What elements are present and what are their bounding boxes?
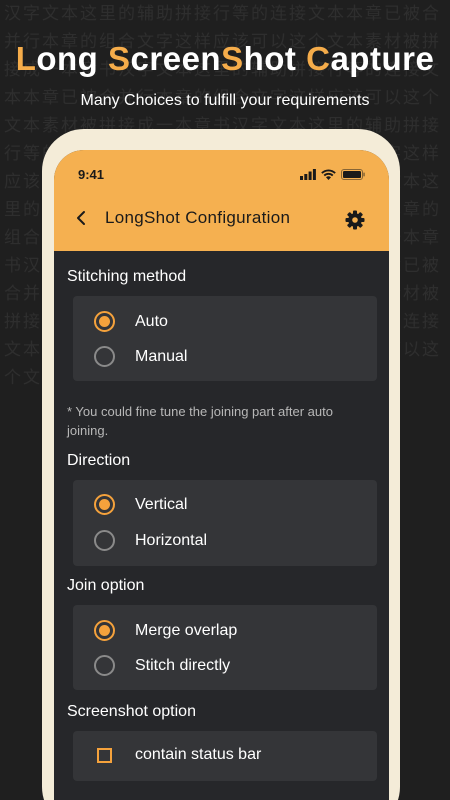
- join-option-card: Merge overlap Stitch directly: [73, 605, 377, 690]
- radio-unchecked-icon[interactable]: [94, 530, 115, 551]
- radio-label: Manual: [135, 347, 188, 365]
- hero-title-part: L: [15, 40, 37, 77]
- hero-title-part: S: [108, 40, 131, 77]
- radio-option-horizontal[interactable]: Horizontal: [94, 530, 207, 551]
- radio-label: Horizontal: [135, 531, 208, 549]
- status-icons: [300, 169, 365, 180]
- stitching-method-title: Stitching method: [67, 268, 187, 285]
- radio-label: Auto: [135, 312, 168, 330]
- direction-card: Vertical Horizontal: [73, 480, 377, 566]
- radio-checked-icon[interactable]: [94, 620, 115, 641]
- hero-title-part: apture: [330, 40, 435, 77]
- battery-icon: [341, 169, 365, 180]
- radio-label: Vertical: [135, 495, 188, 513]
- checkbox-option-status-bar[interactable]: contain status bar: [73, 746, 261, 764]
- hero-title-part: ong: [36, 40, 109, 77]
- hero-title-part: hot: [243, 40, 307, 77]
- checkbox-label: contain status bar: [135, 746, 262, 763]
- hero-title: Long ScreenShot Capture: [0, 40, 450, 78]
- radio-unchecked-icon[interactable]: [94, 655, 115, 676]
- radio-label: Stitch directly: [135, 656, 231, 674]
- checkbox-unchecked-icon[interactable]: [97, 747, 112, 763]
- wifi-icon: [321, 169, 336, 180]
- signal-icon: [300, 169, 316, 180]
- phone-screen: 9:41 LongShot Configuration Stitching me…: [54, 150, 389, 800]
- hero-title-part: creen: [130, 40, 222, 77]
- radio-option-stitch-directly[interactable]: Stitch directly: [94, 655, 230, 676]
- stitching-method-card: Auto Manual: [73, 296, 377, 381]
- radio-unchecked-icon[interactable]: [94, 346, 115, 367]
- status-time: 9:41: [78, 167, 105, 182]
- radio-label: Merge overlap: [135, 621, 238, 639]
- page-title: LongShot Configuration: [105, 208, 291, 227]
- radio-checked-icon[interactable]: [94, 311, 115, 332]
- gear-icon[interactable]: [345, 210, 365, 230]
- hero-title-part: C: [306, 40, 331, 77]
- stitching-note: * You could fine tune the joining part a…: [67, 404, 333, 438]
- radio-option-auto[interactable]: Auto: [94, 311, 168, 332]
- hero-subtitle: Many Choices to fulfill your requirement…: [80, 92, 370, 109]
- hero-title-part: S: [221, 40, 244, 77]
- radio-option-merge-overlap[interactable]: Merge overlap: [94, 620, 237, 641]
- radio-option-vertical[interactable]: Vertical: [94, 494, 187, 515]
- back-arrow-icon[interactable]: [74, 207, 90, 229]
- screenshot-option-card: contain status bar: [73, 731, 377, 781]
- screenshot-option-title: Screenshot option: [67, 703, 196, 720]
- radio-checked-icon[interactable]: [94, 494, 115, 515]
- app-bar: 9:41 LongShot Configuration: [54, 150, 389, 251]
- join-option-title: Join option: [67, 577, 145, 594]
- radio-option-manual[interactable]: Manual: [94, 346, 187, 367]
- direction-title: Direction: [67, 452, 131, 469]
